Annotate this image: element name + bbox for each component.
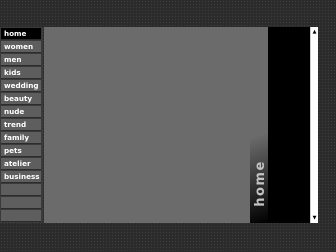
section-label: home	[252, 159, 268, 207]
nav-item-atelier[interactable]: atelier	[1, 158, 41, 170]
nav-item-home[interactable]: home	[1, 28, 41, 40]
arrow-up-icon[interactable]: ▲	[311, 28, 318, 36]
section-label-container: home	[250, 150, 270, 216]
nav-item-kids[interactable]: kids	[1, 67, 41, 79]
nav-item-family[interactable]: family	[1, 132, 41, 144]
nav-item-wedding[interactable]: wedding	[1, 80, 41, 92]
nav-item-trend[interactable]: trend	[1, 119, 41, 131]
side-panel	[268, 27, 310, 223]
nav-item-empty	[1, 197, 41, 209]
content-area	[44, 27, 268, 223]
nav-item-empty	[1, 184, 41, 196]
nav-item-pets[interactable]: pets	[1, 145, 41, 157]
nav-item-men[interactable]: men	[1, 54, 41, 66]
nav-item-women[interactable]: women	[1, 41, 41, 53]
nav-item-business[interactable]: business	[1, 171, 41, 183]
nav-item-empty	[1, 210, 41, 222]
nav-item-beauty[interactable]: beauty	[1, 93, 41, 105]
main-nav: home women men kids wedding beauty nude …	[0, 27, 43, 223]
nav-item-nude[interactable]: nude	[1, 106, 41, 118]
arrow-down-icon[interactable]: ▼	[311, 214, 318, 222]
vertical-scrollbar[interactable]: ▲ ▼	[310, 27, 318, 223]
